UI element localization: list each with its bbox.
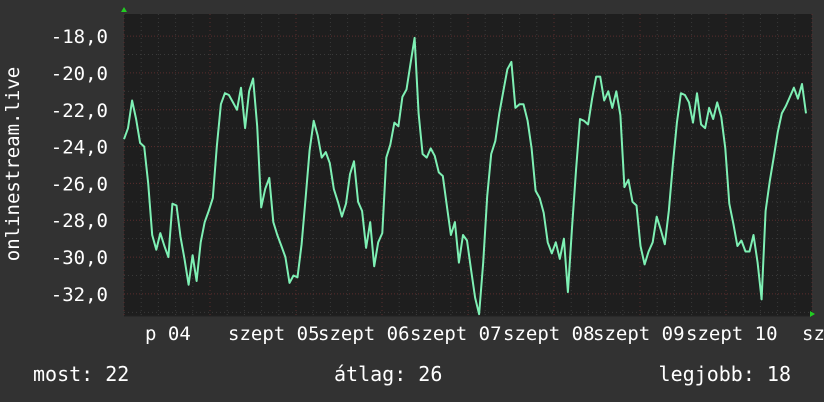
y-tick-label: -24,0: [51, 137, 108, 159]
y-tick-label: -30,0: [51, 247, 108, 269]
x-tick-label: szept 05: [228, 323, 320, 345]
temperature-chart: -18,0 -20,0 -22,0 -24,0 -26,0 -28,0 -30,0 -32,0…: [2, 7, 824, 345]
stat-average: átlag: 26: [334, 362, 443, 386]
x-tick-label: szept 07: [410, 323, 502, 345]
y-axis-arrow-icon: [121, 7, 127, 12]
y-axis-label: onlinestream.live: [2, 67, 24, 261]
y-axis-ticks: -18,0 -20,0 -22,0 -24,0 -26,0 -28,0 -30,0 -32,0: [51, 26, 108, 306]
y-tick-label: -32,0: [51, 284, 108, 306]
x-tick-label: sze: [802, 323, 824, 345]
y-tick-label: -18,0: [51, 26, 108, 48]
x-tick-label: szept 06: [318, 323, 410, 345]
y-tick-label: -26,0: [51, 173, 108, 195]
stat-best: legjobb: 18: [658, 362, 791, 386]
y-tick-label: -20,0: [51, 63, 108, 85]
x-axis-ticks: p 04 szept 05szept 06 szept 07 szept 08szep…: [145, 323, 824, 345]
stat-current: most: 22: [33, 362, 130, 386]
x-tick-label: p 04: [145, 323, 191, 345]
x-axis-arrow-icon: [810, 311, 815, 317]
x-tick-label: szept 10: [686, 323, 778, 345]
x-tick-label: szept 09: [593, 323, 685, 345]
y-tick-label: -22,0: [51, 100, 108, 122]
y-tick-label: -28,0: [51, 210, 108, 232]
x-tick-label: szept 08: [503, 323, 595, 345]
